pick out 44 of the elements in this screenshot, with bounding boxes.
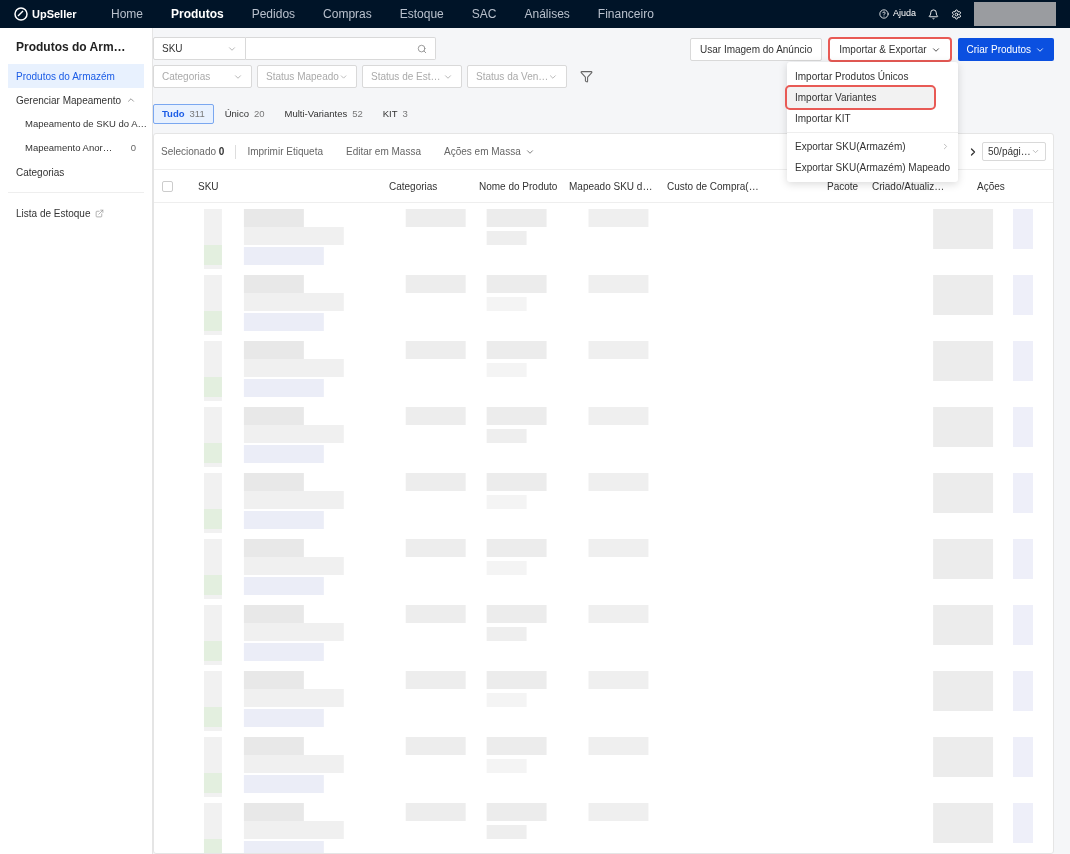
sidebar-item[interactable]: Categorias <box>8 160 144 184</box>
column-header: SKU <box>198 180 219 192</box>
import-export-button[interactable]: Importar & Exportar <box>828 37 952 62</box>
nav-link[interactable]: Estoque <box>385 5 458 23</box>
menu-item[interactable]: Importar Produtos Únicos <box>787 66 958 87</box>
menu-item[interactable]: Importar Variantes <box>787 87 934 108</box>
toolbar-action[interactable]: Editar em Massa <box>345 144 421 159</box>
search-type-select[interactable]: SKU <box>153 37 246 60</box>
create-products-button[interactable]: Criar Produtos <box>957 38 1054 61</box>
tab[interactable]: Único 20 <box>215 104 274 124</box>
use-image-button[interactable]: Usar Imagem do Anúncio <box>690 38 823 61</box>
toolbar-action[interactable]: Ações em Massa <box>444 144 535 159</box>
sidebar-subitem[interactable]: Mapeamento Anor… 0 <box>8 136 144 160</box>
sidebar-title: Produtos do Arm… <box>15 39 127 56</box>
page-size-select[interactable]: 50/pági… <box>982 142 1046 161</box>
column-header: Criado/Atualiz… <box>872 180 945 192</box>
column-header: Custo de Compra(… <box>667 180 759 192</box>
nav-link[interactable]: Pedidos <box>237 5 310 23</box>
tab[interactable]: Tudo 311 <box>153 104 214 124</box>
column-header: Mapeado SKU d… <box>569 180 653 192</box>
column-header: Pacote <box>827 180 859 192</box>
menu-item[interactable]: Importar KIT <box>787 108 958 129</box>
menu-item[interactable]: Exportar SKU(Armazém) Mapeado <box>787 157 958 178</box>
nav-link[interactable]: Home <box>97 5 157 23</box>
toolbar-action[interactable]: Imprimir Etiqueta <box>247 144 323 159</box>
sidebar-item[interactable]: Lista de Estoque <box>8 201 144 225</box>
nav-link[interactable]: Análises <box>510 5 584 23</box>
column-header: Categorias <box>389 180 438 192</box>
column-header: Nome do Produto <box>479 180 558 192</box>
menu-item[interactable]: Exportar SKU(Armazém) <box>787 136 958 157</box>
tab[interactable]: Multi-Variantes 52 <box>275 104 372 124</box>
sidebar-item[interactable]: Gerenciar Mapeamento <box>8 88 144 112</box>
nav-link[interactable]: SAC <box>457 5 511 23</box>
sidebar-subitem[interactable]: Mapeamento de SKU do A… <box>8 112 144 136</box>
sidebar-item[interactable]: Produtos do Armazém <box>8 64 144 88</box>
nav-link[interactable]: Produtos <box>157 5 238 23</box>
tab[interactable]: KIT 3 <box>373 104 417 124</box>
selected-count: Selecionado 0 <box>161 145 225 159</box>
nav-link[interactable]: Financeiro <box>583 5 668 23</box>
count-label: 0 <box>130 140 136 155</box>
nav-link[interactable]: Compras <box>309 5 386 23</box>
column-header: Ações <box>977 180 1005 192</box>
brand-name: UpSeller <box>32 6 77 22</box>
help-link[interactable]: Ajuda <box>892 7 916 21</box>
